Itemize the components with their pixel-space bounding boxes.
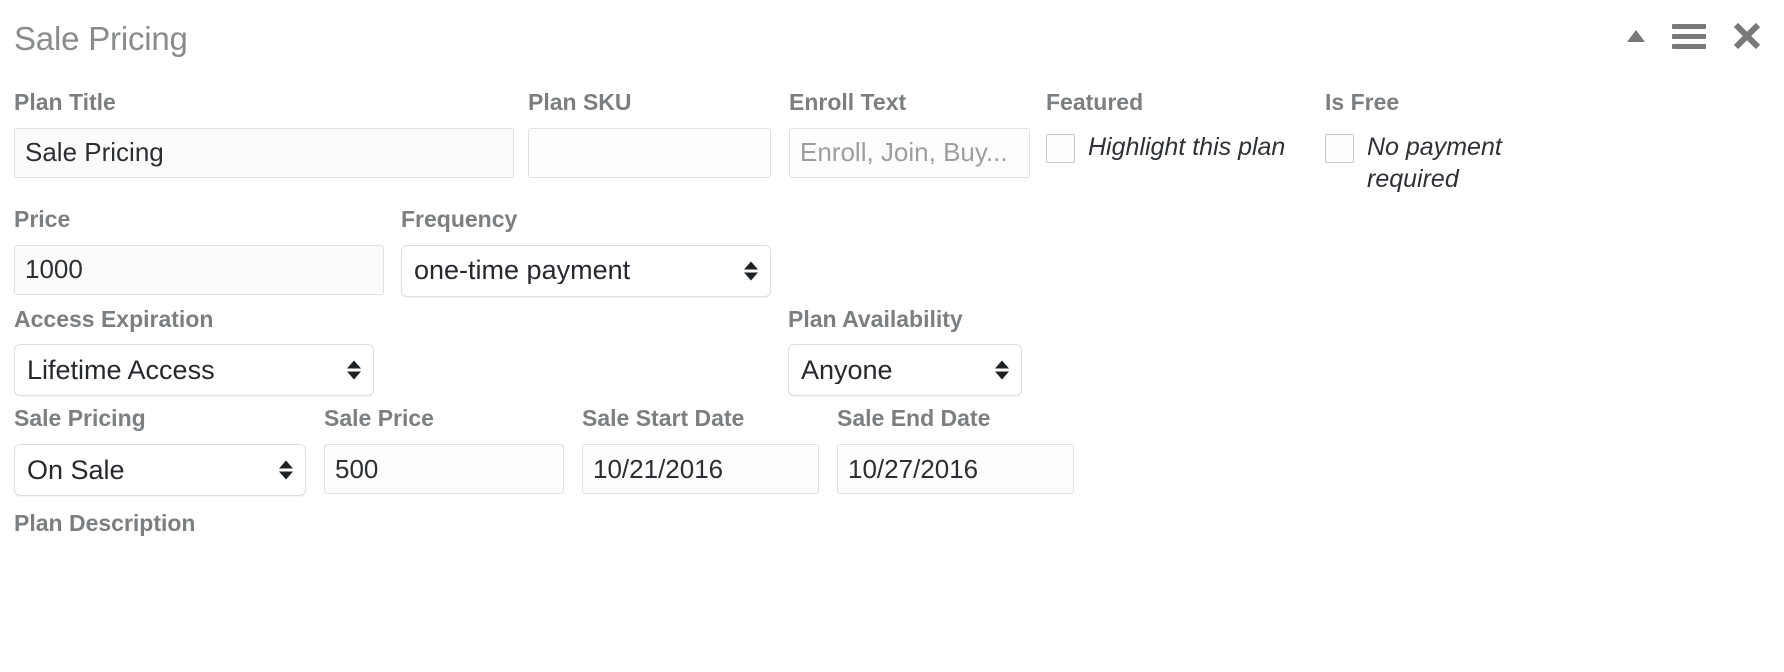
sale-start-date-label: Sale Start Date <box>582 405 745 432</box>
sale-pricing-field: Sale Pricing On Sale <box>14 404 306 496</box>
frequency-select[interactable]: one-time payment <box>401 244 771 297</box>
plan-availability-select[interactable]: Anyone <box>788 344 1022 397</box>
access-expiration-select[interactable]: Lifetime Access <box>14 344 374 397</box>
chevron-updown-icon <box>744 261 758 280</box>
sale-pricing-selected-value: On Sale <box>27 456 125 484</box>
sale-pricing-panel: Sale Pricing Plan Title Sale Pricing Pla… <box>0 0 1784 672</box>
plan-availability-label: Plan Availability <box>788 305 963 332</box>
form-row-sale: Sale Pricing On Sale Sale Price Sale Sta… <box>14 404 1770 496</box>
plan-availability-selected-value: Anyone <box>801 356 893 384</box>
access-expiration-field: Access Expiration Lifetime Access <box>14 305 374 397</box>
featured-checkbox[interactable] <box>1046 133 1075 163</box>
frequency-selected-value: one-time payment <box>414 257 631 284</box>
price-label: Price <box>14 205 71 232</box>
panel-header: Sale Pricing <box>0 0 1784 72</box>
access-expiration-selected-value: Lifetime Access <box>27 356 215 384</box>
chevron-updown-icon <box>347 360 361 380</box>
collapse-triangle-icon[interactable] <box>1626 29 1646 43</box>
featured-check-line: Highlight this plan <box>1046 128 1303 163</box>
sale-price-label: Sale Price <box>324 405 434 432</box>
is-free-checkbox[interactable] <box>1325 133 1354 163</box>
frequency-label: Frequency <box>401 205 518 232</box>
sale-end-date-input[interactable] <box>837 444 1074 494</box>
chevron-updown-icon <box>995 360 1009 380</box>
is-free-description: No payment required <box>1367 132 1502 193</box>
price-field: Price <box>14 205 384 295</box>
form-body: Plan Title Plan SKU Enroll Text Featured… <box>0 72 1784 537</box>
plan-title-field: Plan Title <box>14 88 514 178</box>
featured-label: Featured <box>1046 89 1144 115</box>
plan-sku-label: Plan SKU <box>528 89 632 115</box>
enroll-text-field: Enroll Text <box>789 88 1030 178</box>
sale-pricing-select[interactable]: On Sale <box>14 444 306 496</box>
featured-description: Highlight this plan <box>1088 132 1286 161</box>
form-row-access: Access Expiration Lifetime Access Plan A… <box>14 305 1770 397</box>
header-tools <box>1626 21 1766 51</box>
sale-pricing-label: Sale Pricing <box>14 405 146 432</box>
plan-title-label: Plan Title <box>14 89 116 115</box>
price-input[interactable] <box>14 244 384 295</box>
is-free-label: Is Free <box>1325 89 1400 115</box>
plan-sku-field: Plan SKU <box>528 88 771 178</box>
access-expiration-label: Access Expiration <box>14 305 214 332</box>
plan-description-label: Plan Description <box>14 510 196 536</box>
sale-start-date-field: Sale Start Date <box>582 404 819 494</box>
close-icon[interactable] <box>1732 21 1762 51</box>
sale-end-date-label: Sale End Date <box>837 405 991 432</box>
hamburger-handle-icon[interactable] <box>1672 23 1706 49</box>
enroll-text-label: Enroll Text <box>789 89 907 115</box>
is-free-field: Is Free No payment required <box>1325 88 1535 195</box>
plan-availability-field: Plan Availability Anyone <box>788 305 1022 397</box>
is-free-check-line: No payment required <box>1325 128 1535 195</box>
form-row-identity: Plan Title Plan SKU Enroll Text Featured… <box>14 88 1770 195</box>
frequency-field: Frequency one-time payment <box>401 205 771 297</box>
enroll-text-input[interactable] <box>789 127 1030 178</box>
page-title: Sale Pricing <box>14 19 188 57</box>
featured-field: Featured Highlight this plan <box>1046 88 1303 163</box>
chevron-updown-icon <box>279 460 293 480</box>
sale-start-date-input[interactable] <box>582 444 819 494</box>
sale-price-input[interactable] <box>324 444 564 494</box>
sale-price-field: Sale Price <box>324 404 564 494</box>
form-row-price: Price Frequency one-time payment <box>14 205 1770 297</box>
sale-end-date-field: Sale End Date <box>837 404 1074 494</box>
plan-sku-input[interactable] <box>528 127 771 178</box>
plan-title-input[interactable] <box>14 127 514 178</box>
